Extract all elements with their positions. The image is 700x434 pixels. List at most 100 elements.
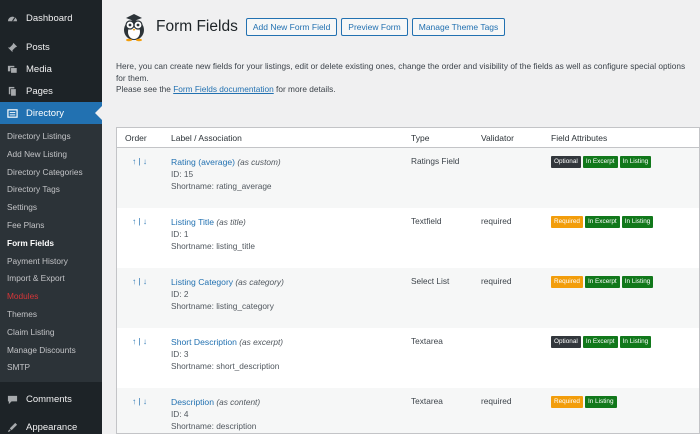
submenu-directory-listings[interactable]: Directory Listings bbox=[0, 128, 102, 146]
admin-sidebar: Dashboard Posts Media Pages Directory Di… bbox=[0, 0, 102, 434]
page-header: Form Fields Add New Form Field Preview F… bbox=[120, 12, 509, 42]
required-badge: Required bbox=[551, 216, 583, 228]
in-excerpt-badge: In Excerpt bbox=[582, 336, 618, 348]
intro-line-2: Please see the Form Fields documentation… bbox=[116, 84, 336, 95]
reorder-arrows[interactable]: ↑ | ↓ bbox=[132, 156, 147, 166]
submenu-directory-categories[interactable]: Directory Categories bbox=[0, 164, 102, 182]
menu-label: Appearance bbox=[26, 421, 78, 433]
column-header-type: Type bbox=[411, 132, 430, 143]
optional-badge: Optional bbox=[551, 336, 581, 348]
dashboard-icon bbox=[6, 12, 18, 24]
main-content: Form Fields Add New Form Field Preview F… bbox=[102, 0, 700, 434]
in-listing-badge: In Listing bbox=[621, 216, 654, 228]
form-fields-documentation-link[interactable]: Form Fields documentation bbox=[173, 84, 274, 94]
column-header-field-attributes: Field Attributes bbox=[551, 132, 608, 143]
submenu-payment-history[interactable]: Payment History bbox=[0, 253, 102, 271]
field-association: (as title) bbox=[216, 217, 246, 227]
field-validator: required bbox=[481, 396, 512, 406]
field-attributes: Required In Excerpt In Listing bbox=[551, 276, 699, 288]
in-excerpt-badge: In Excerpt bbox=[584, 216, 620, 228]
field-attributes: Optional In Excerpt In Listing bbox=[551, 156, 699, 168]
field-shortname: Shortname: listing_title bbox=[171, 241, 255, 251]
in-listing-badge: In Listing bbox=[619, 156, 652, 168]
menu-dashboard[interactable]: Dashboard bbox=[0, 7, 102, 29]
field-validator: required bbox=[481, 216, 512, 226]
pin-icon bbox=[6, 41, 18, 53]
required-badge: Required bbox=[551, 276, 583, 288]
field-association: (as category) bbox=[235, 277, 284, 287]
table-row: ↑ | ↓ Short Description (as excerpt) ID:… bbox=[117, 328, 699, 388]
directory-icon bbox=[6, 107, 18, 119]
menu-pages[interactable]: Pages bbox=[0, 80, 102, 102]
menu-label: Posts bbox=[26, 41, 50, 53]
column-header-validator: Validator bbox=[481, 132, 514, 143]
field-attributes: Required In Excerpt In Listing bbox=[551, 216, 699, 228]
field-name-link[interactable]: Description bbox=[171, 397, 214, 407]
submenu-import-export[interactable]: Import & Export bbox=[0, 270, 102, 288]
comments-icon bbox=[6, 393, 18, 405]
manage-theme-tags-button[interactable]: Manage Theme Tags bbox=[411, 18, 506, 36]
field-id: ID: 2 bbox=[171, 289, 189, 299]
in-listing-badge: In Listing bbox=[619, 336, 652, 348]
form-fields-table: Order Label / Association Type Validator… bbox=[116, 127, 700, 434]
required-badge: Required bbox=[551, 396, 583, 408]
field-association: (as content) bbox=[216, 397, 261, 407]
optional-badge: Optional bbox=[551, 156, 581, 168]
field-attributes: Required In Listing bbox=[551, 396, 699, 408]
submenu-smtp[interactable]: SMTP bbox=[0, 359, 102, 377]
field-id: ID: 1 bbox=[171, 229, 189, 239]
table-row: ↑ | ↓ Description (as content) ID: 4 Sho… bbox=[117, 388, 699, 433]
column-header-label: Label / Association bbox=[171, 132, 242, 143]
field-name-link[interactable]: Short Description bbox=[171, 337, 237, 347]
submenu-themes[interactable]: Themes bbox=[0, 306, 102, 324]
menu-label: Media bbox=[26, 63, 52, 75]
intro-line-1: Here, you can create new fields for your… bbox=[116, 61, 686, 83]
field-association: (as custom) bbox=[237, 157, 281, 167]
add-new-form-field-button[interactable]: Add New Form Field bbox=[245, 18, 338, 36]
submenu-manage-discounts[interactable]: Manage Discounts bbox=[0, 342, 102, 360]
field-association: (as excerpt) bbox=[239, 337, 284, 347]
field-type: Textfield bbox=[411, 216, 442, 226]
submenu-form-fields[interactable]: Form Fields bbox=[0, 235, 102, 253]
table-row: ↑ | ↓ Listing Category (as category) ID:… bbox=[117, 268, 699, 328]
submenu-directory-tags[interactable]: Directory Tags bbox=[0, 181, 102, 199]
table-header: Order Label / Association Type Validator… bbox=[117, 128, 699, 148]
submenu-modules[interactable]: Modules bbox=[0, 288, 102, 306]
submenu-settings[interactable]: Settings bbox=[0, 199, 102, 217]
field-type: Ratings Field bbox=[411, 156, 460, 166]
appearance-icon bbox=[6, 421, 18, 433]
intro-text: Here, you can create new fields for your… bbox=[116, 61, 696, 96]
field-name-link[interactable]: Rating (average) bbox=[171, 157, 235, 167]
in-excerpt-badge: In Excerpt bbox=[582, 156, 618, 168]
pages-icon bbox=[6, 85, 18, 97]
menu-label: Pages bbox=[26, 85, 53, 97]
menu-label: Comments bbox=[26, 393, 72, 405]
menu-posts[interactable]: Posts bbox=[0, 36, 102, 58]
table-row: ↑ | ↓ Listing Title (as title) ID: 1 Sho… bbox=[117, 208, 699, 268]
media-icon bbox=[6, 63, 18, 75]
field-name-link[interactable]: Listing Category bbox=[171, 277, 233, 287]
reorder-arrows[interactable]: ↑ | ↓ bbox=[132, 216, 147, 226]
menu-appearance[interactable]: Appearance bbox=[0, 416, 102, 434]
field-shortname: Shortname: rating_average bbox=[171, 181, 272, 191]
menu-comments[interactable]: Comments bbox=[0, 388, 102, 410]
field-type: Select List bbox=[411, 276, 450, 286]
in-listing-badge: In Listing bbox=[621, 276, 654, 288]
submenu-claim-listing[interactable]: Claim Listing bbox=[0, 324, 102, 342]
field-name-link[interactable]: Listing Title bbox=[171, 217, 214, 227]
menu-media[interactable]: Media bbox=[0, 58, 102, 80]
field-shortname: Shortname: short_description bbox=[171, 361, 280, 371]
field-type: Textarea bbox=[411, 336, 443, 346]
field-shortname: Shortname: listing_category bbox=[171, 301, 274, 311]
reorder-arrows[interactable]: ↑ | ↓ bbox=[132, 336, 147, 346]
field-attributes: Optional In Excerpt In Listing bbox=[551, 336, 699, 348]
field-shortname: Shortname: description bbox=[171, 421, 257, 431]
reorder-arrows[interactable]: ↑ | ↓ bbox=[132, 396, 147, 406]
submenu-add-new-listing[interactable]: Add New Listing bbox=[0, 146, 102, 164]
menu-label: Dashboard bbox=[26, 12, 73, 24]
preview-form-button[interactable]: Preview Form bbox=[341, 18, 408, 36]
submenu-fee-plans[interactable]: Fee Plans bbox=[0, 217, 102, 235]
reorder-arrows[interactable]: ↑ | ↓ bbox=[132, 276, 147, 286]
in-listing-badge: In Listing bbox=[584, 396, 617, 408]
menu-directory[interactable]: Directory bbox=[0, 102, 102, 124]
